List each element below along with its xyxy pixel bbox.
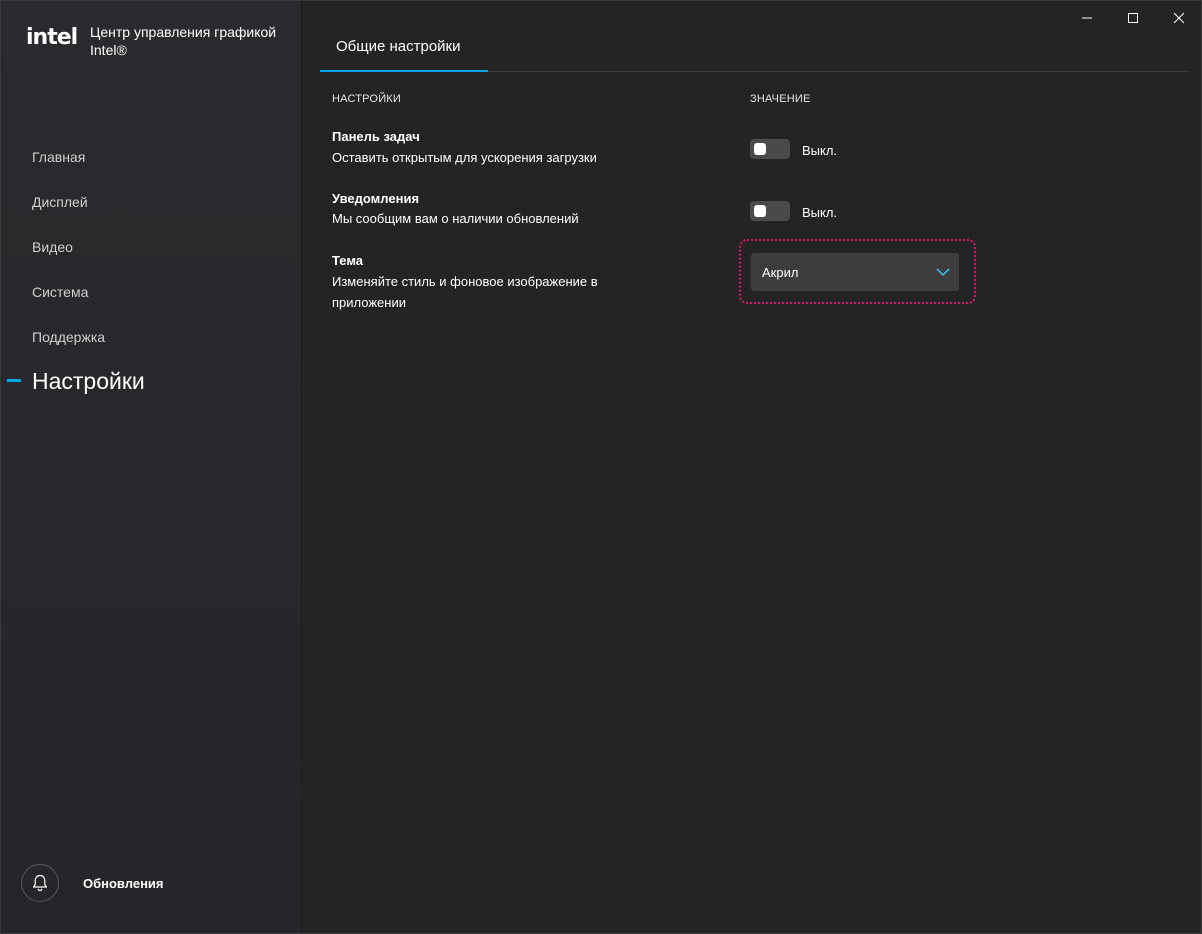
column-header-settings: НАСТРОЙКИ bbox=[332, 93, 402, 105]
chevron-down-icon bbox=[936, 268, 950, 277]
app-title: Центр управления графикой Intel® bbox=[90, 24, 277, 58]
sidebar-item-home[interactable]: Главная bbox=[32, 149, 85, 165]
setting-taskbar-description: Оставить открытым для ускорения загрузки bbox=[332, 150, 597, 165]
sidebar-item-system[interactable]: Система bbox=[32, 284, 88, 300]
toggle-knob bbox=[754, 143, 766, 155]
toggle-knob bbox=[754, 205, 766, 217]
bell-icon[interactable] bbox=[21, 864, 59, 902]
sidebar-item-display[interactable]: Дисплей bbox=[32, 194, 88, 210]
sidebar-item-support[interactable]: Поддержка bbox=[32, 329, 105, 345]
taskbar-toggle[interactable] bbox=[750, 139, 790, 159]
theme-dropdown[interactable]: Акрил bbox=[751, 253, 959, 291]
updates-button[interactable]: Обновления bbox=[21, 864, 291, 904]
app-window: intel Центр управления графикой Intel® Г… bbox=[0, 0, 1202, 934]
setting-theme-description: Изменяйте стиль и фоновое изображение в … bbox=[332, 274, 598, 310]
setting-notifications-title: Уведомления bbox=[332, 191, 420, 206]
sidebar-item-video[interactable]: Видео bbox=[32, 239, 73, 255]
intel-logo: intel bbox=[26, 25, 78, 50]
close-icon[interactable] bbox=[1164, 7, 1194, 29]
tab-active-underline bbox=[320, 70, 488, 72]
setting-taskbar-title: Панель задач bbox=[332, 129, 420, 144]
updates-label: Обновления bbox=[83, 876, 164, 891]
theme-dropdown-value: Акрил bbox=[762, 265, 799, 280]
taskbar-toggle-label: Выкл. bbox=[802, 143, 838, 158]
setting-theme-title: Тема bbox=[332, 253, 364, 268]
tab-general-settings[interactable]: Общие настройки bbox=[320, 27, 488, 72]
sidebar-item-settings[interactable]: Настройки bbox=[32, 368, 145, 395]
sidebar: intel Центр управления графикой Intel® Г… bbox=[1, 1, 302, 933]
notifications-toggle[interactable] bbox=[750, 201, 790, 221]
maximize-icon[interactable] bbox=[1118, 7, 1148, 29]
setting-notifications-description: Мы сообщим вам о наличии обновлений bbox=[332, 211, 579, 226]
tab-divider bbox=[488, 71, 1189, 72]
column-header-value: ЗНАЧЕНИЕ bbox=[750, 93, 811, 105]
tab-label: Общие настройки bbox=[336, 38, 461, 55]
minimize-icon[interactable] bbox=[1072, 7, 1102, 29]
active-nav-indicator bbox=[7, 379, 21, 382]
notifications-toggle-label: Выкл. bbox=[802, 205, 838, 220]
